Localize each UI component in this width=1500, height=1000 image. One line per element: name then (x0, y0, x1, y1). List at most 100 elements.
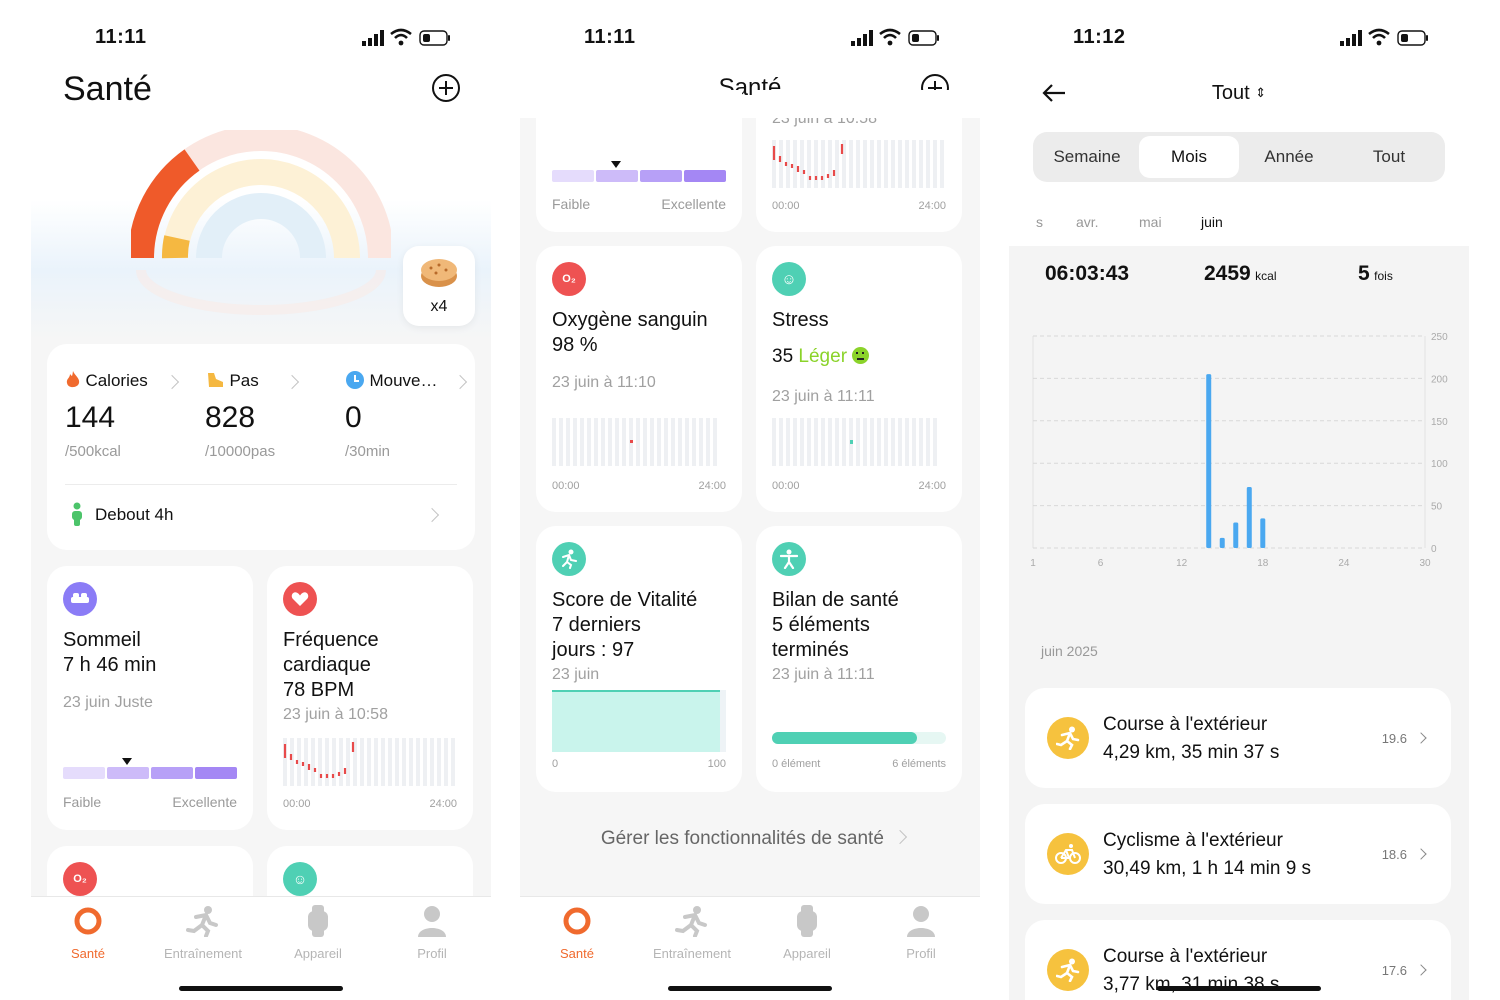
summary-kcal: 2459 (1204, 262, 1251, 285)
heart-axis-start: 00:00 (772, 200, 800, 212)
signal-icon (362, 30, 384, 46)
clock-icon (346, 371, 364, 389)
chevron-right-icon (164, 374, 180, 390)
summary-row: 06:03:43 2459 kcal 5 fois (1009, 262, 1469, 292)
checkup-title-3: terminés (772, 639, 849, 661)
x-tick-label: 12 (1176, 558, 1188, 569)
tab-health[interactable]: Santé (527, 905, 627, 961)
workout-bar-chart[interactable]: 0 50 100 150 200 250 1 6 12 18 24 30 (1023, 322, 1463, 574)
chevron-right-icon (284, 374, 300, 390)
tab-health-label: Santé (560, 946, 594, 961)
bottom-tab-bar: Santé Entraînement Appareil Profil (31, 896, 491, 1000)
steps-metric[interactable]: Pas 828 /10000pas (205, 370, 335, 460)
watch-icon (797, 905, 817, 937)
heart-axis-start: 00:00 (283, 798, 311, 810)
tab-device-label: Appareil (783, 946, 831, 961)
tab-profile[interactable]: Profil (871, 905, 971, 961)
health-ring-icon (74, 907, 102, 935)
month-item[interactable]: avr. (1076, 214, 1099, 230)
summary-kcal-unit: kcal (1255, 269, 1277, 283)
chevron-right-icon (1415, 732, 1427, 744)
stress-card[interactable]: ☺ Stress 35 Léger 23 juin à 11:11 00:00 … (756, 246, 962, 512)
standing-row[interactable]: Debout 4h (65, 502, 457, 532)
signal-icon (851, 30, 873, 46)
tab-training[interactable]: Entraînement (153, 905, 253, 961)
chevron-right-icon (424, 507, 440, 523)
calories-metric[interactable]: Calories 144 /500kcal (65, 370, 195, 460)
movement-metric[interactable]: Mouve… 0 /30min (345, 370, 468, 460)
tab-device[interactable]: Appareil (757, 905, 857, 961)
status-time: 11:11 (584, 26, 636, 48)
shoe-icon (208, 373, 223, 387)
heart-icon (283, 582, 317, 616)
status-bar: 11:11 (31, 26, 491, 50)
tab-training[interactable]: Entraînement (642, 905, 742, 961)
vitality-score: jours : 97 (552, 639, 635, 661)
tab-health[interactable]: Santé (38, 905, 138, 961)
sleep-card[interactable]: Sommeil 7 h 46 min 23 juin Juste Faible … (47, 566, 253, 830)
chevron-right-icon (452, 374, 468, 390)
y-tick-label: 50 (1431, 502, 1443, 513)
summary-duration: 06:03:43 (1045, 262, 1130, 285)
status-bar: 11:11 (520, 26, 980, 50)
stress-value: 35 (772, 346, 794, 367)
steps-value: 828 (205, 401, 256, 434)
oxygen-value: 98 % (552, 334, 598, 356)
chart-bar (1246, 486, 1252, 548)
stress-axis-end: 24:00 (918, 480, 946, 492)
status-time: 11:11 (95, 26, 147, 48)
vitality-axis-max: 100 (707, 758, 726, 770)
heart-bpm: 78 BPM (283, 679, 355, 701)
activity-card[interactable]: Cyclisme à l'extérieur 30,49 km, 1 h 14 m… (1025, 804, 1451, 904)
activity-rings-gauge[interactable] (131, 130, 391, 320)
heart-rate-card-partial[interactable]: 23 juin à 10:58 00:00 24:00 (756, 90, 962, 232)
summary-kcal-group: 2459 kcal (1204, 262, 1277, 286)
tab-training-label: Entraînement (163, 946, 243, 961)
wifi-icon (879, 28, 901, 46)
oxygen-card[interactable]: O₂ Oxygène sanguin 98 % 23 juin à 11:10 … (536, 246, 742, 512)
person-icon (418, 906, 446, 937)
activity-summary-card: Calories 144 /500kcal Pas 828 /10000pas … (47, 344, 475, 550)
add-icon[interactable] (431, 73, 461, 103)
filter-dropdown[interactable]: Tout ⇕ (1009, 82, 1469, 105)
tab-training-label: Entraînement (652, 946, 732, 961)
vitality-card[interactable]: Score de Vitalité 7 derniers jours : 97 … (536, 526, 742, 792)
calories-goal: /500kcal (65, 443, 121, 460)
screen-health-scrolled: 11:11 Santé Faible Excellente 23 juin à … (520, 0, 980, 1000)
screen-health-overview: 11:11 Santé x4 Calories 144 /500kcal Pas… (31, 0, 491, 1000)
standing-label: Debout 4h (95, 505, 174, 524)
manage-health-features-link[interactable]: Gérer les fonctionnalités de santé (520, 828, 980, 850)
x-tick-label: 30 (1419, 558, 1431, 569)
tab-device[interactable]: Appareil (268, 905, 368, 961)
period-year[interactable]: Année (1239, 147, 1339, 167)
period-month[interactable]: Mois (1139, 147, 1239, 167)
sleep-low-label: Faible (63, 794, 102, 810)
calories-label: Calories (85, 371, 148, 390)
biscuit-count: x4 (430, 298, 448, 315)
steps-label: Pas (229, 371, 259, 390)
month-item[interactable]: mai (1139, 214, 1162, 230)
status-bar: 11:12 (1009, 26, 1469, 50)
activity-detail: 3,77 km, 31 min 38 s (1103, 974, 1280, 995)
home-indicator (179, 986, 343, 991)
sleep-date: 23 juin Juste (63, 694, 153, 711)
steps-goal: /10000pas (205, 443, 276, 460)
heart-rate-card[interactable]: Fréquence cardiaque 78 BPM 23 juin à 10:… (267, 566, 473, 830)
y-tick-label: 0 (1431, 544, 1437, 555)
y-tick-label: 150 (1431, 417, 1448, 428)
month-item-selected[interactable]: juin (1201, 214, 1223, 230)
activity-card[interactable]: Course à l'extérieur 4,29 km, 35 min 37 s… (1025, 688, 1451, 788)
checkup-card[interactable]: Bilan de santé 5 éléments terminés 23 ju… (756, 526, 962, 792)
month-item[interactable]: s (1036, 214, 1043, 230)
period-all[interactable]: Tout (1339, 147, 1439, 167)
tab-profile[interactable]: Profil (382, 905, 482, 961)
period-week[interactable]: Semaine (1037, 147, 1137, 167)
calories-value: 144 (65, 401, 116, 434)
run-icon (1047, 949, 1089, 991)
battery-icon (908, 30, 939, 46)
bed-icon (63, 582, 97, 616)
screen-workout-history: 11:12 Tout ⇕ Semaine Mois Année Tout s a… (1009, 0, 1469, 1000)
biscuit-badge[interactable]: x4 (403, 246, 475, 326)
sleep-card-partial[interactable]: Faible Excellente (536, 90, 742, 232)
month-scroller: s avr. mai juin (1009, 214, 1469, 238)
